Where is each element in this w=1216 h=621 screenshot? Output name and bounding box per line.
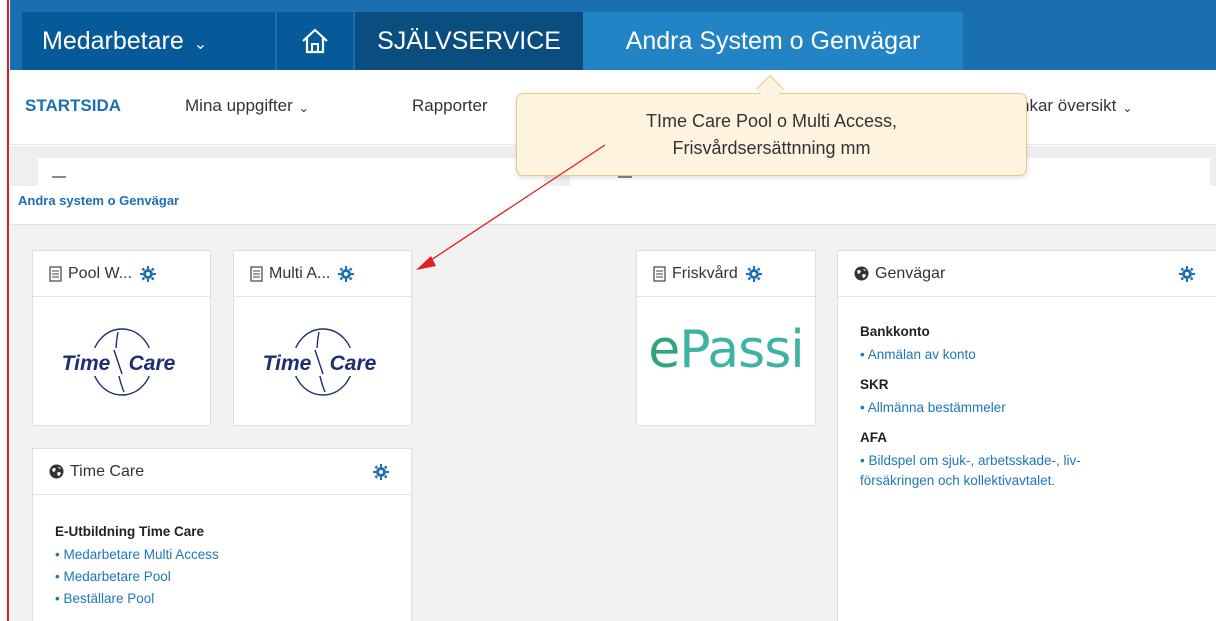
subnav-mina-uppgifter[interactable]: Mina uppgifter ⌄ (185, 96, 309, 116)
chevron-down-icon: ⌄ (1122, 100, 1133, 115)
nav-medarbetare-label: Medarbetare (42, 26, 184, 55)
subnav-startsida-label: STARTSIDA (25, 96, 122, 115)
nav-sjalvservice[interactable]: SJÄLVSERVICE (355, 12, 583, 70)
card-body: E-Utbildning Time Care • Medarbetare Mul… (33, 496, 411, 621)
tooltip-line-2: Frisvårdsersättnning mm (672, 138, 871, 158)
card-header: Friskvård (637, 251, 815, 297)
gear-icon[interactable] (140, 265, 157, 282)
link-group-title: Bankkonto (860, 324, 930, 339)
section-title: Andra system o Genvägar (18, 193, 180, 208)
gear-icon[interactable] (745, 265, 762, 282)
link-anmalan-av-konto[interactable]: • Anmälan av konto (860, 345, 1216, 364)
nav-andra-system-label: Andra System o Genvägar (625, 26, 921, 55)
menu-dash-icon (618, 176, 632, 178)
link-group-title: E-Utbildning Time Care (55, 524, 205, 539)
document-icon (49, 265, 62, 282)
link-medarbetare-pool[interactable]: • Medarbetare Pool (55, 567, 411, 586)
card-title: Time Care (70, 462, 145, 480)
card-pool[interactable]: Pool W... Time Care (32, 250, 211, 426)
globe-icon (854, 266, 869, 281)
card-body: Time Care (234, 298, 411, 425)
document-icon (653, 265, 666, 282)
subnav-rapporter-label: Rapporter (412, 96, 488, 115)
epassi-logo-rest: Passi (679, 320, 805, 380)
logo-word-left: Time (262, 352, 311, 375)
gear-icon[interactable] (1179, 265, 1195, 282)
nav-medarbetare[interactable]: Medarbetare ⌄ (22, 12, 284, 70)
link-group-title: SKR (860, 377, 889, 392)
card-header: Time Care (33, 449, 411, 495)
link-medarbetare-multi-access[interactable]: • Medarbetare Multi Access (55, 545, 411, 564)
card-header: Genvägar (838, 251, 1216, 297)
subnav-mina-label: Mina uppgifter (185, 96, 293, 115)
card-header: Pool W... (33, 251, 210, 297)
link-bestallare-pool[interactable]: • Beställare Pool (55, 589, 411, 608)
annotation-edge-line (7, 0, 9, 621)
link-allmanna-bestammeler[interactable]: • Allmänna bestämmeler (860, 398, 1216, 417)
nav-andra-system[interactable]: Andra System o Genvägar (583, 12, 963, 70)
page: Medarbetare ⌄ SJÄLVSERVICE Andra System … (0, 0, 1216, 621)
chevron-down-icon: ⌄ (298, 100, 309, 115)
card-title: Pool W... (68, 264, 133, 282)
timecare-logo: Time Care (256, 327, 389, 396)
tooltip-line-1: TIme Care Pool o Multi Access, (645, 111, 898, 131)
card-time-care: Time Care E-Utbildning Time Care • Medar… (32, 448, 412, 621)
card-multi-access[interactable]: Multi A... Time Care (233, 250, 412, 426)
card-friskvard[interactable]: Friskvård ePassi (636, 250, 816, 426)
globe-icon (49, 464, 64, 479)
partial-card (38, 158, 544, 198)
card-header: Multi A... (234, 251, 411, 297)
epassi-logo: ePassi (637, 320, 815, 380)
tooltip: TIme Care Pool o Multi Access, Frisvårds… (516, 93, 1027, 176)
card-body: Bankkonto • Anmälan av konto SKR • Allmä… (838, 298, 1216, 621)
card-genvagar: Genvägar Bankkonto • Anmälan av konto SK… (837, 250, 1216, 621)
card-body: Time Care (33, 298, 210, 425)
subnav-startsida[interactable]: STARTSIDA (25, 96, 121, 116)
home-icon (302, 28, 328, 54)
document-icon (250, 265, 263, 282)
subnav-lankar-label: nkar översikt (1020, 96, 1117, 115)
timecare-logo: Time Care (55, 327, 188, 396)
logo-word-right: Care (329, 352, 376, 375)
gear-icon[interactable] (338, 265, 355, 282)
link-bildspel-afa[interactable]: • Bildspel om sjuk-, arbetsskade-, liv-f… (860, 451, 1120, 491)
card-title: Genvägar (875, 264, 946, 282)
cards-panel: Pool W... Time Care Multi A... Time Care… (10, 224, 1216, 621)
logo-word-left: Time (61, 352, 110, 375)
nav-home-button[interactable] (275, 12, 355, 70)
epassi-logo-e: e (648, 320, 680, 380)
gear-icon[interactable] (373, 463, 389, 480)
subnav-lankar-oversikt[interactable]: nkar översikt ⌄ (1020, 96, 1132, 116)
card-body: ePassi (637, 298, 815, 425)
top-nav-bar: Medarbetare ⌄ SJÄLVSERVICE Andra System … (10, 0, 1216, 70)
card-title: Friskvård (672, 264, 738, 282)
link-group-title: AFA (860, 430, 887, 445)
logo-word-right: Care (128, 352, 175, 375)
card-title: Multi A... (269, 264, 331, 282)
chevron-down-icon: ⌄ (193, 36, 208, 53)
nav-sjalvservice-label: SJÄLVSERVICE (377, 26, 561, 55)
subnav-rapporter[interactable]: Rapporter (412, 96, 488, 116)
menu-dash-icon (52, 176, 66, 178)
